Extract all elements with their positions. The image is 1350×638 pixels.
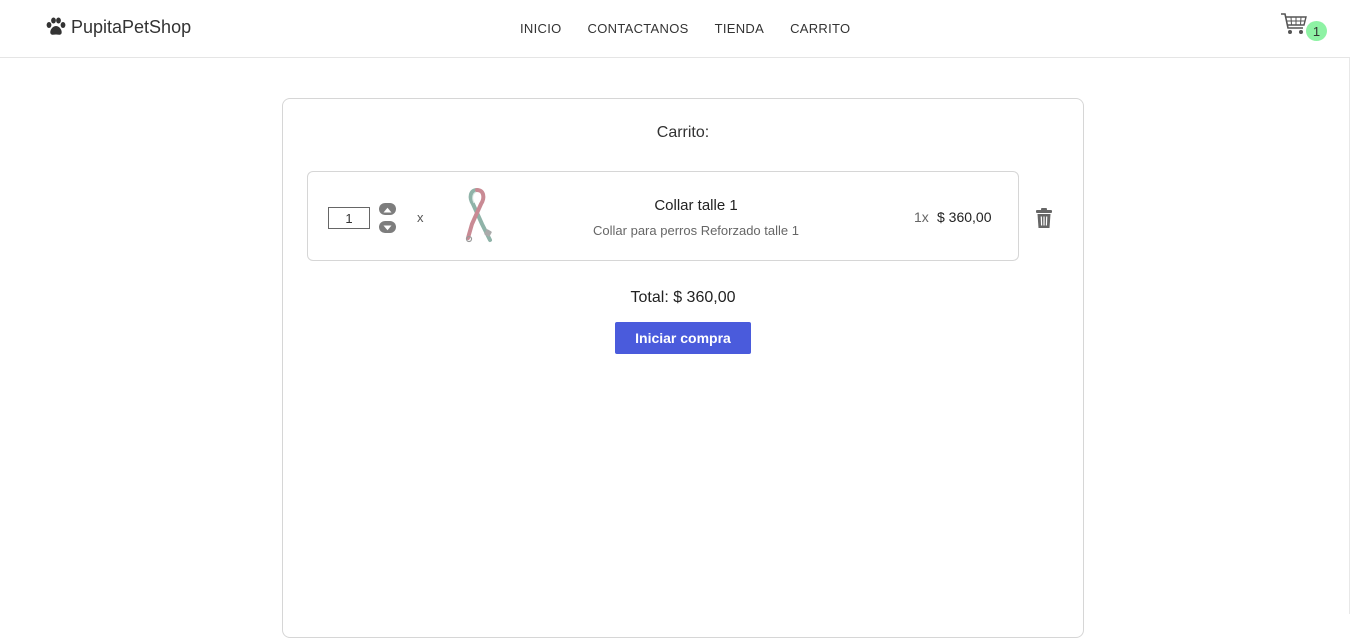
- nav-link-contactanos[interactable]: CONTACTANOS: [588, 19, 689, 38]
- cart-item: x Collar talle 1 Collar para perros Refo…: [307, 171, 1019, 261]
- nav-link-tienda[interactable]: TIENDA: [715, 19, 764, 38]
- caret-down-icon: [383, 218, 392, 236]
- paw-icon: [45, 17, 67, 37]
- product-name: Collar talle 1: [548, 197, 844, 214]
- cart-panel: Carrito: x Collar talle 1 Collar para pe…: [282, 98, 1084, 638]
- times-sign: x: [417, 210, 424, 225]
- brand-link[interactable]: PupitaPetShop: [45, 14, 191, 40]
- trash-icon: [1034, 216, 1054, 233]
- quantity-input[interactable]: [328, 207, 370, 229]
- cart-widget[interactable]: 1: [1280, 12, 1330, 44]
- product-price: $ 360,00: [937, 209, 992, 225]
- nav-link-carrito[interactable]: CARRITO: [790, 19, 850, 38]
- quantity-increase-button[interactable]: [379, 203, 396, 215]
- delete-item-button[interactable]: [1034, 207, 1054, 229]
- quantity-decrease-button[interactable]: [379, 221, 396, 233]
- product-image: [460, 188, 498, 244]
- product-quantity-label: 1x: [914, 209, 929, 225]
- cart-total: Total: $ 360,00: [283, 289, 1083, 307]
- cart-count-badge: 1: [1306, 21, 1327, 41]
- brand-name: PupitaPetShop: [71, 17, 191, 38]
- navbar: PupitaPetShop INICIO CONTACTANOS TIENDA …: [0, 0, 1350, 58]
- main-nav: INICIO CONTACTANOS TIENDA CARRITO: [520, 19, 850, 38]
- caret-up-icon: [383, 200, 392, 218]
- cart-title: Carrito:: [283, 124, 1083, 142]
- checkout-button[interactable]: Iniciar compra: [615, 322, 751, 354]
- nav-link-inicio[interactable]: INICIO: [520, 19, 562, 38]
- product-description: Collar para perros Reforzado talle 1: [548, 223, 844, 238]
